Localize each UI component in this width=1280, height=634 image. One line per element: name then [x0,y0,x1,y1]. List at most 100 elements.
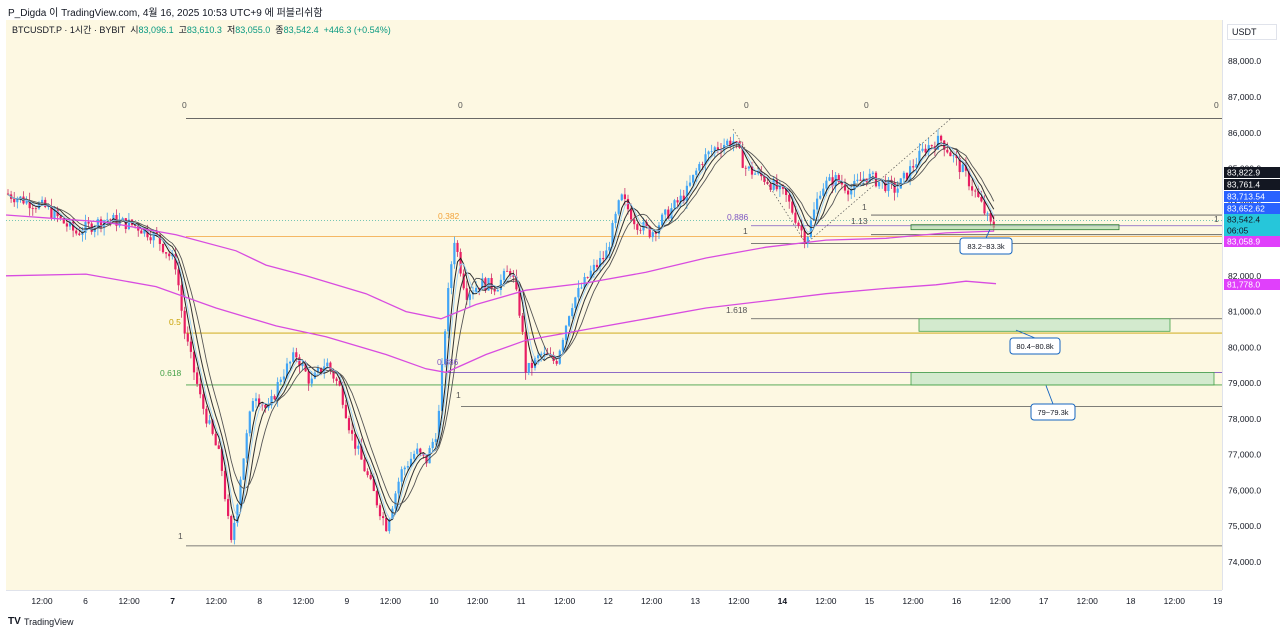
candle-body [400,469,403,482]
price-callout[interactable]: 79~79.3k [1030,385,1076,421]
candle-body [87,222,90,224]
candle-body [506,270,509,272]
attribution-text: P_Digda 이 TradingView.com, 4월 16, 2025 1… [8,8,323,19]
candle-body [208,420,211,424]
fib-label: 1.13 [851,216,868,226]
candle-body [661,214,664,226]
time-tick-label: 7 [170,596,175,606]
candle-body [168,253,171,257]
candle-body [688,182,692,186]
candle-body [406,466,409,468]
candle-body [816,198,819,210]
candle-body [623,194,626,199]
candle-body [580,287,583,289]
price-axis[interactable]: USDT 88,000.087,000.086,000.085,000.084,… [1222,20,1280,590]
price-tag: 83,822.9 [1224,167,1280,178]
candle-body [13,198,16,203]
price-callout[interactable]: 80.4~80.8k [1009,329,1061,355]
candle-body [592,264,595,271]
svg-text:06:05: 06:05 [1227,226,1249,236]
candle-body [180,285,183,311]
candle-body [664,209,667,215]
candle-body [6,193,10,195]
moving-average-line [7,144,995,514]
candle-body [357,445,360,449]
candle-body [980,196,983,202]
zone-box[interactable] [910,372,1215,386]
time-tick-label: 11 [517,596,526,606]
price-chart[interactable]: 0 0 0 0 0 0.382 0.5 0.618 1 0.886 1 0.886 1 1.618 1 1.1… [6,20,1222,590]
svg-text:83,058.9: 83,058.9 [1227,237,1260,247]
time-tick-label: 12:00 [293,596,315,606]
svg-text:83.2~83.3k: 83.2~83.3k [967,242,1005,251]
candle-body [310,378,313,384]
time-tick-label: 12:00 [641,596,663,606]
candle-body [292,352,295,362]
candle-body [248,411,251,434]
candle-body [282,376,285,380]
candle-body [450,264,453,289]
candle-body [571,308,574,317]
candle-body [986,212,989,214]
candle-body [676,200,679,203]
candle-body [701,164,704,165]
zone-box[interactable] [910,224,1120,231]
candle-body [165,252,168,254]
fib-label: 0 [182,100,187,110]
candle-body [199,383,202,395]
candle-body [273,396,276,400]
header-bar: P_Digda 이 TradingView.com, 4월 16, 2025 1… [0,0,1280,20]
fib-label: 0.618 [160,368,182,378]
candle-body [96,219,99,228]
time-tick-label: 12:00 [989,596,1011,606]
candle-body [447,288,450,332]
svg-text:83,542.4: 83,542.4 [1227,215,1260,225]
footer: TV TradingView [0,610,1280,634]
fib-label: 1.618 [726,305,748,315]
price-tick-label: 75,000.0 [1228,521,1261,531]
candle-body [630,209,633,220]
candle-body [812,209,816,221]
time-tick-label: 12:00 [554,596,576,606]
time-axis[interactable]: 12:00 6 12:00 7 12:00 8 12:00 9 12:00 10 12:00 11 12… [6,590,1222,611]
price-callout[interactable]: 83.2~83.3k [959,229,1013,255]
fib-label: 0.886 [437,357,459,367]
time-tick-label: 9 [344,596,349,606]
price-tag: 83,058.9 [1224,236,1280,247]
price-tag: 83,713.54 [1224,191,1280,202]
high-label: 고 [178,25,187,35]
time-tick-label: 16 [952,596,962,606]
time-tick-label: 18 [1126,596,1136,606]
candle-body [385,518,388,532]
fib-label: 1 [862,202,867,212]
time-tick-label: 12 [603,596,613,606]
time-tick-label: 12:00 [902,596,924,606]
candle-body [468,294,471,300]
candle-body [530,362,533,368]
time-tick-label: 12:00 [31,596,53,606]
moving-average-line [7,141,995,522]
time-tick-label: 15 [865,596,875,606]
candle-body [698,164,701,171]
candle-body [329,362,332,371]
candle-body [239,479,242,505]
candle-body [847,190,850,195]
price-tag: 83,542.4 [1224,214,1280,225]
candle-body [382,516,385,519]
candle-body [726,140,729,145]
time-tick-label: 10 [429,596,439,606]
candle-body [161,243,165,253]
fib-label: 0.5 [169,317,181,327]
candle-body [186,333,189,342]
zone-box[interactable] [918,318,1171,332]
candle-body [791,201,794,213]
candle-body [502,270,506,280]
candle-body [369,475,372,480]
candle-body [850,190,853,195]
price-tick-label: 77,000.0 [1228,450,1261,460]
low-label: 저 [226,25,236,35]
candle-body [434,439,437,442]
fib-label: 0.382 [438,211,460,221]
candle-body [344,404,347,419]
chart-area[interactable]: 0 0 0 0 0 0.382 0.5 0.618 1 0.886 1 0.886 1 1.618 1 1.1… [6,20,1222,590]
